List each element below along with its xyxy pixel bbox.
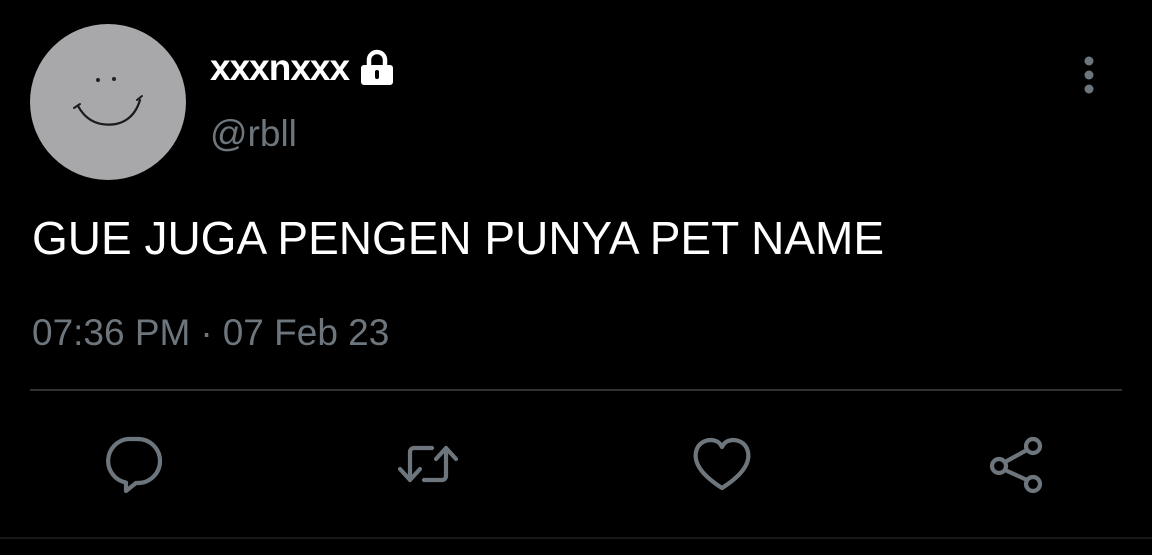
author-handle[interactable]: @rbll (210, 110, 297, 158)
share-button[interactable] (985, 432, 1049, 496)
retweet-button[interactable] (396, 432, 460, 496)
reply-icon (106, 436, 163, 494)
like-button[interactable] (690, 432, 754, 496)
reply-button[interactable] (102, 432, 166, 496)
divider (30, 389, 1122, 391)
avatar[interactable] (30, 24, 186, 180)
tweet-timestamp[interactable]: 07:36 PM · 07 Feb 23 (32, 306, 389, 360)
share-icon (989, 436, 1043, 494)
timestamp-separator: · (200, 312, 213, 353)
retweet-icon (397, 445, 459, 483)
bottom-divider (0, 537, 1152, 539)
more-vertical-icon (1084, 56, 1094, 94)
tweet-time: 07:36 PM (32, 312, 191, 353)
tweet-text: GUE JUGA PENGEN PUNYA PET NAME (32, 212, 885, 264)
lock-icon (357, 48, 397, 88)
smiley-face-icon (73, 77, 143, 126)
author-name-row: xxxnxxx (210, 44, 397, 92)
tweet-card: xxxnxxx @rbll GUE JUGA PENGEN PUNYA PET … (0, 0, 1152, 555)
tweet-date: 07 Feb 23 (222, 312, 390, 353)
heart-icon (693, 437, 751, 491)
more-options-button[interactable] (1068, 52, 1110, 98)
author-display-name[interactable]: xxxnxxx (210, 44, 350, 92)
